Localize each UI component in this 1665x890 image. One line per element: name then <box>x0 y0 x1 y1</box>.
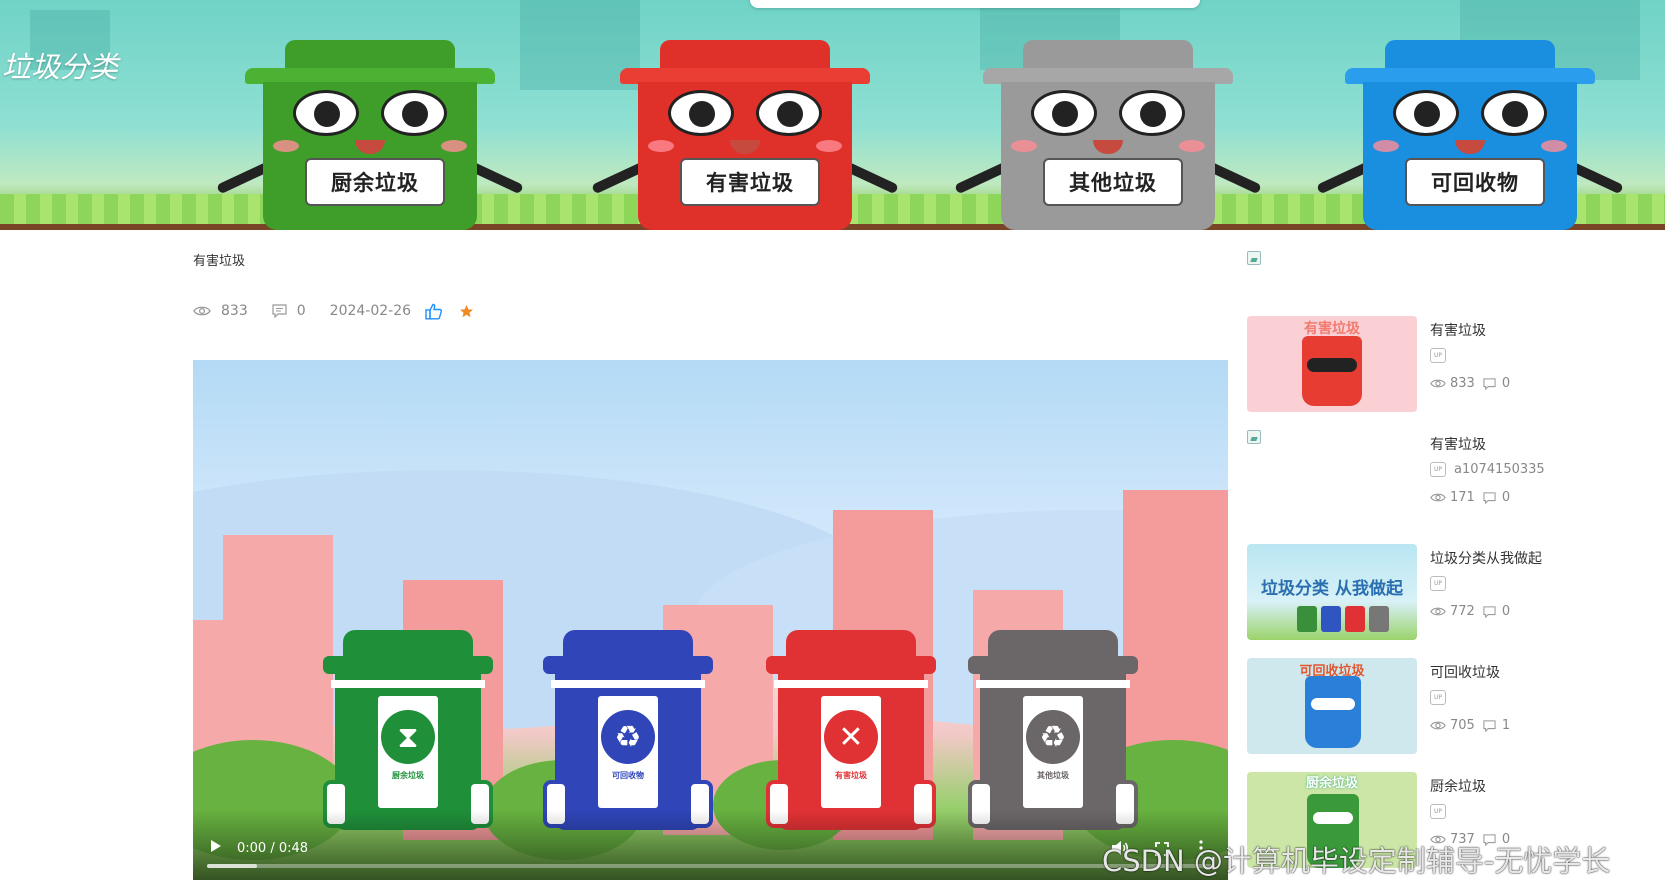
up-badge-icon: UP <box>1430 804 1446 819</box>
play-icon[interactable] <box>211 840 221 852</box>
related-title[interactable]: 有害垃圾 <box>1430 320 1486 340</box>
video-time: 0:00 / 0:48 <box>237 841 309 856</box>
eye-icon <box>1430 607 1446 616</box>
related-stats: 833 0 <box>1430 376 1510 391</box>
comment-count: 0 <box>296 303 306 319</box>
article-title: 有害垃圾 <box>193 254 246 269</box>
comment-icon <box>272 304 287 318</box>
recycle-icon: ♻ <box>601 710 655 764</box>
related-item[interactable]: 有害垃圾 UP a1074150335 171 0 <box>1247 430 1627 540</box>
banner-bin-label: 其他垃圾 <box>1043 158 1183 206</box>
broken-image-icon <box>1247 251 1261 265</box>
eye-icon <box>1430 721 1446 730</box>
related-thumbnail[interactable]: 有害垃圾 <box>1247 316 1417 412</box>
banner-bin-label: 厨余垃圾 <box>305 158 445 206</box>
comment-icon <box>1483 377 1496 390</box>
header-banner: 垃圾分类 厨余垃圾 有害垃圾 其他垃圾 可回收物 <box>0 0 1665 230</box>
related-stats: 772 0 <box>1430 604 1510 619</box>
broken-image-icon <box>1247 430 1261 444</box>
video-bin-caption: 可回收物 <box>612 771 644 780</box>
related-stats: 705 1 <box>1430 718 1510 733</box>
publish-date: 2024-02-26 <box>329 303 412 319</box>
hourglass-icon: ⧗ <box>381 710 435 764</box>
related-title[interactable]: 有害垃圾 <box>1430 434 1486 454</box>
article-meta: 833 0 2024-02-26 <box>193 300 474 322</box>
eye-icon <box>193 305 211 317</box>
site-title[interactable]: 垃圾分类 <box>2 44 118 86</box>
banner-bin-other: 其他垃圾 <box>954 40 1262 230</box>
related-stats: 171 0 <box>1430 490 1510 505</box>
video-bin-recyclable: ♻ 可回收物 <box>543 630 713 830</box>
eye-icon <box>1430 493 1446 502</box>
view-count: 833 <box>221 303 248 319</box>
comment-icon <box>1483 491 1496 504</box>
search-bar[interactable] <box>750 0 1200 8</box>
banner-bin-label: 可回收物 <box>1405 158 1545 206</box>
thumbs-up-icon[interactable] <box>425 303 443 320</box>
comment-icon <box>1483 719 1496 732</box>
up-badge-icon: UP <box>1430 462 1446 477</box>
eye-icon <box>1430 379 1446 388</box>
banner-bin-recyclable: 可回收物 <box>1316 40 1624 230</box>
banner-bin-kitchen: 厨余垃圾 <box>216 40 524 230</box>
related-title[interactable]: 可回收垃圾 <box>1430 662 1500 682</box>
related-author: UP a1074150335 <box>1430 462 1545 477</box>
related-thumbnail[interactable]: 可回收垃圾 <box>1247 658 1417 754</box>
cross-icon: ✕ <box>824 710 878 764</box>
related-author: UP <box>1430 348 1454 363</box>
video-bin-caption: 有害垃圾 <box>835 771 867 780</box>
favorite-star-icon[interactable] <box>459 304 474 319</box>
related-author: UP <box>1430 576 1454 591</box>
banner-bin-label: 有害垃圾 <box>680 158 820 206</box>
video-bin-caption: 其他垃圾 <box>1037 771 1069 780</box>
up-badge-icon: UP <box>1430 690 1446 705</box>
related-title[interactable]: 厨余垃圾 <box>1430 776 1486 796</box>
video-bin-hazardous: ✕ 有害垃圾 <box>766 630 936 830</box>
related-thumbnail[interactable]: 垃圾分类 从我做起 <box>1247 544 1417 640</box>
related-item[interactable]: 可回收垃圾 可回收垃圾 UP 705 1 <box>1247 658 1627 758</box>
up-badge-icon: UP <box>1430 348 1446 363</box>
watermark: CSDN @计算机毕设定制辅导-无忧学长 <box>1102 844 1611 878</box>
related-title[interactable]: 垃圾分类从我做起 <box>1430 548 1542 568</box>
video-controls: 0:00 / 0:48 <box>193 810 1228 880</box>
recycle-icon: ♻ <box>1026 710 1080 764</box>
related-author: UP <box>1430 690 1454 705</box>
video-bin-other: ♻ 其他垃圾 <box>968 630 1138 830</box>
video-progress-bar[interactable] <box>207 864 1212 868</box>
comment-icon <box>1483 605 1496 618</box>
video-bin-kitchen: ⧗ 厨余垃圾 <box>323 630 493 830</box>
related-item[interactable]: 垃圾分类 从我做起 垃圾分类从我做起 UP 772 0 <box>1247 544 1627 644</box>
banner-bin-hazardous: 有害垃圾 <box>591 40 899 230</box>
related-author: UP <box>1430 804 1454 819</box>
video-player[interactable]: ⧗ 厨余垃圾 ♻ 可回收物 ✕ 有害垃圾 ♻ 其他垃圾 0:00 / 0:48 <box>193 360 1228 880</box>
video-bin-caption: 厨余垃圾 <box>392 771 424 780</box>
up-badge-icon: UP <box>1430 576 1446 591</box>
related-item[interactable]: 有害垃圾 有害垃圾 UP 833 0 <box>1247 316 1627 416</box>
